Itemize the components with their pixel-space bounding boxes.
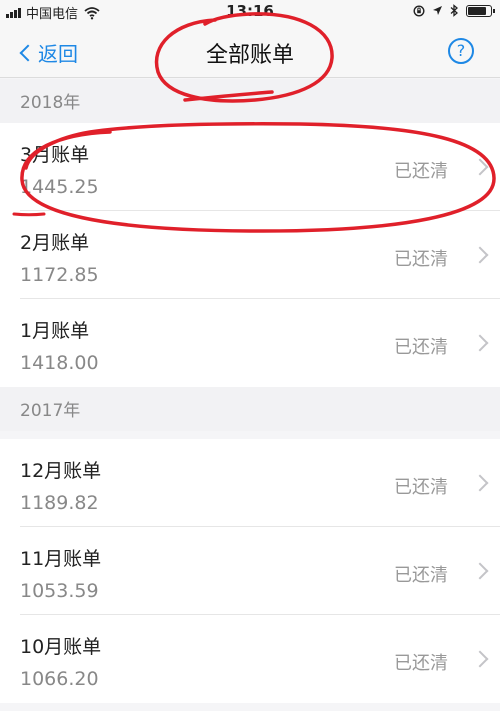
bill-title: 10月账单: [20, 636, 102, 658]
chevron-right-icon: [471, 562, 489, 580]
bill-row[interactable]: 1月账单 1418.00 已还清: [0, 299, 500, 387]
bill-status: 已还清: [394, 653, 448, 674]
bill-status: 已还清: [394, 477, 448, 498]
chevron-right-icon: [471, 246, 489, 264]
nav-bar: 返回 全部账单 ?: [0, 26, 500, 78]
chevron-right-icon: [471, 650, 489, 668]
bill-row[interactable]: 10月账单 1066.20 已还清: [0, 615, 500, 703]
chevron-right-icon: [471, 474, 489, 492]
bill-status: 已还清: [394, 565, 448, 586]
chevron-right-icon: [471, 158, 489, 176]
status-right: [413, 4, 495, 17]
bill-row[interactable]: 12月账单 1189.82 已还清: [0, 439, 500, 527]
bill-status: 已还清: [394, 249, 448, 270]
bill-title: 2月账单: [20, 232, 90, 254]
bill-amount: 1172.85: [20, 264, 99, 286]
page-title: 全部账单: [205, 43, 294, 68]
bluetooth-icon: [450, 4, 458, 17]
bill-amount: 1418.00: [20, 352, 99, 374]
bill-title: 1月账单: [20, 320, 90, 342]
bill-row[interactable]: 3月账单 1445.25 已还清: [0, 123, 500, 211]
bill-title: 12月账单: [20, 460, 102, 482]
section-header-2018: 2018年: [0, 79, 500, 123]
bill-amount: 1445.25: [20, 176, 99, 198]
battery-icon: [466, 4, 495, 17]
bill-amount: 1066.20: [20, 668, 99, 690]
lock-rotation-icon: [413, 4, 425, 17]
bill-row[interactable]: 11月账单 1053.59 已还清: [0, 527, 500, 615]
status-bar: 中国电信 13:16: [0, 0, 500, 26]
bill-row[interactable]: 2月账单 1172.85 已还清: [0, 211, 500, 299]
section-header-2017: 2017年: [0, 387, 500, 431]
location-icon: [433, 6, 442, 15]
bill-status: 已还清: [394, 337, 448, 358]
bill-status: 已还清: [394, 161, 448, 182]
bill-title: 3月账单: [20, 144, 90, 166]
help-icon[interactable]: ?: [448, 38, 474, 64]
bill-amount: 1053.59: [20, 580, 99, 602]
bill-amount: 1189.82: [20, 492, 99, 514]
battery-fill: [468, 6, 486, 15]
chevron-right-icon: [471, 334, 489, 352]
bill-title: 11月账单: [20, 548, 102, 570]
